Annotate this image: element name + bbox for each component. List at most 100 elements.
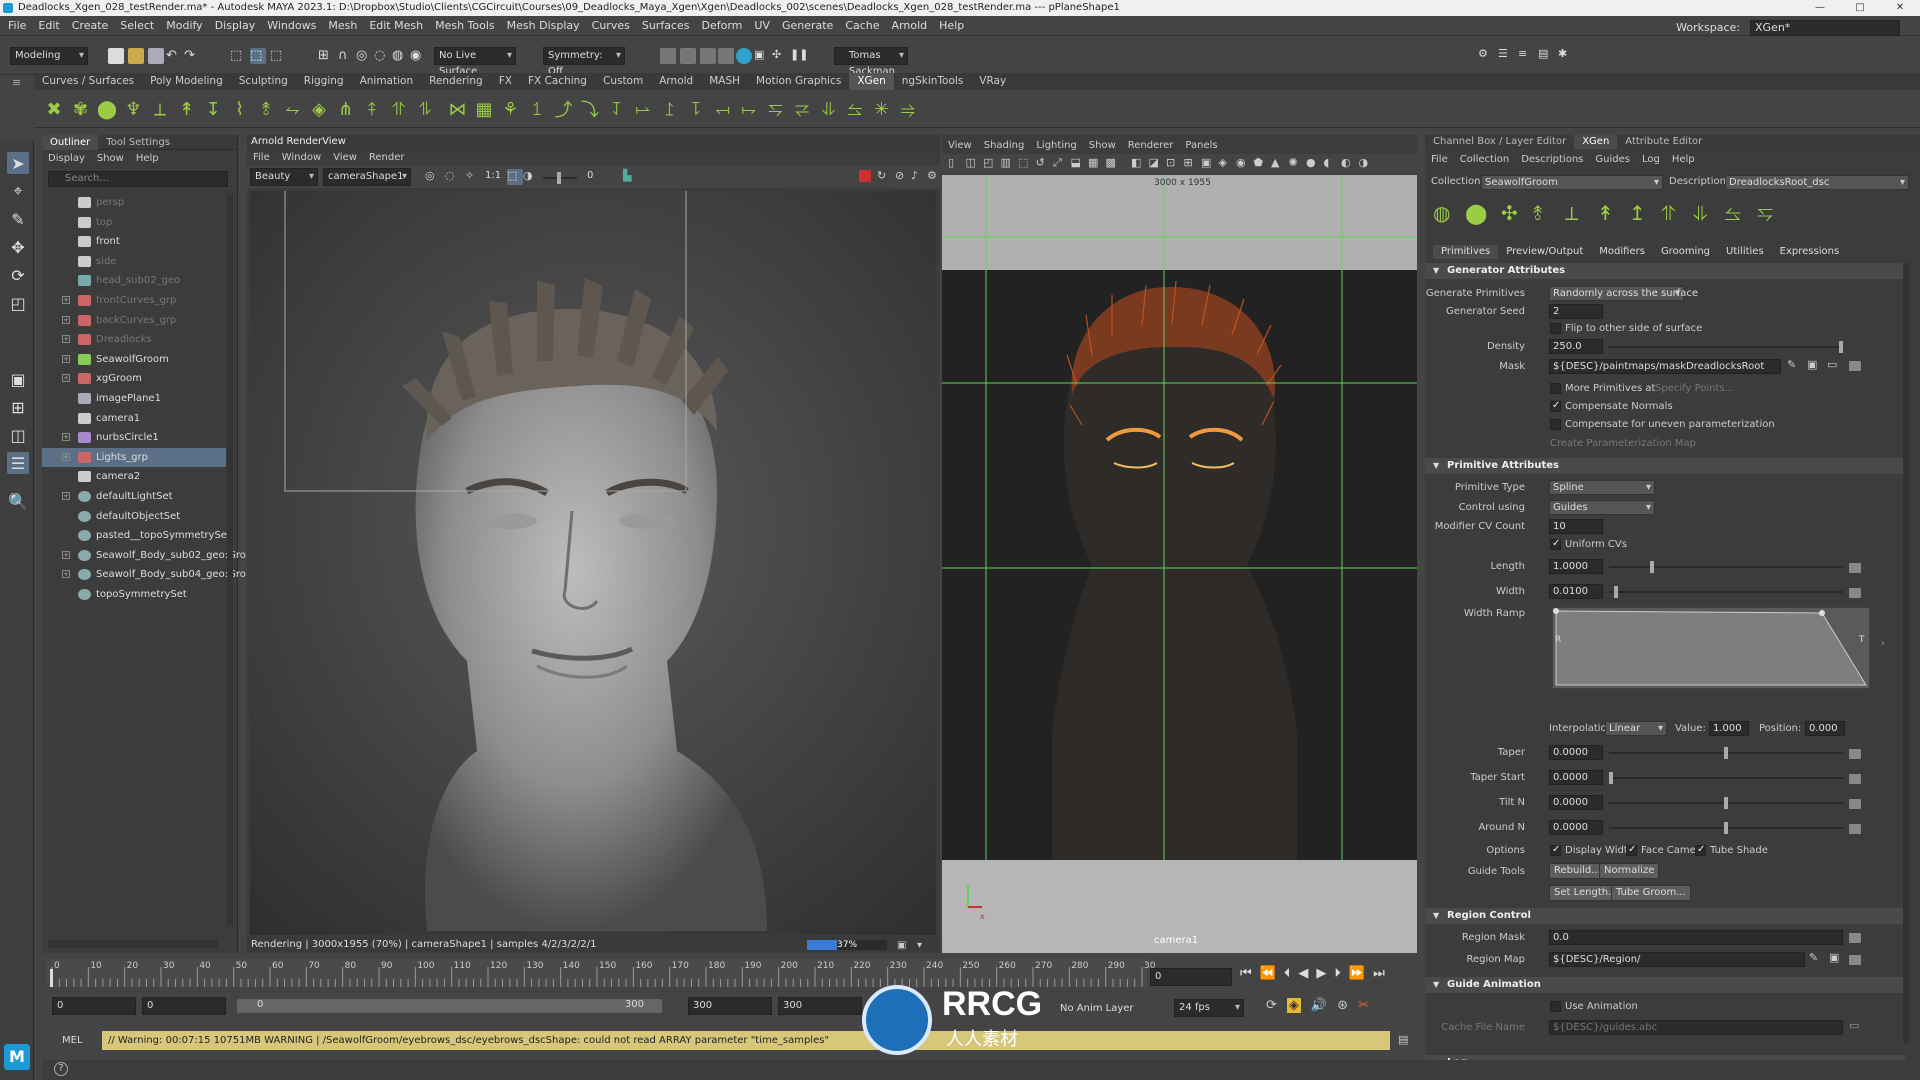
compensate-uneven-checkbox[interactable]	[1550, 419, 1561, 430]
step-back-frame-icon[interactable]: ⏴	[1284, 966, 1291, 981]
outliner-item[interactable]: camera2	[42, 467, 226, 486]
modifier-cv-field[interactable]: 10	[1549, 519, 1603, 534]
render-settings-icon[interactable]	[660, 48, 676, 64]
step-forward-key-icon[interactable]: ⏩	[1349, 966, 1365, 981]
viewport-tool-icon[interactable]: ◧	[1131, 156, 1147, 172]
region-map-icon[interactable]	[1849, 955, 1861, 965]
expand-toggle-icon[interactable]: +	[62, 433, 70, 442]
uniform-cvs-checkbox[interactable]	[1550, 538, 1561, 550]
outliner-item[interactable]: imagePlane1	[42, 389, 226, 408]
xgen-tool-icon[interactable]: ⥉	[1533, 201, 1542, 225]
outliner-item[interactable]: + Dreadlocks	[42, 330, 226, 349]
outliner-item[interactable]: topoSymmetrySet	[42, 585, 226, 604]
script-editor-icon[interactable]: ▤	[1398, 1033, 1414, 1049]
command-result-warning[interactable]: // Warning: 00:07:15 10751MB WARNING | /…	[102, 1031, 1390, 1050]
mask-paint-icon[interactable]: ✎	[1787, 358, 1803, 374]
audio-icon[interactable]: 🔊	[1311, 998, 1327, 1013]
viewport-tool-icon[interactable]: ↺	[1036, 156, 1052, 172]
create-param-map-button[interactable]: Create Parameterization Map	[1550, 438, 1696, 449]
open-scene-icon[interactable]	[128, 48, 144, 64]
shelf-tab-sculpting[interactable]: Sculpting	[231, 73, 296, 90]
snap-curve-icon[interactable]: ∩	[338, 48, 354, 64]
xgen-shelf-tool-icon[interactable]: ⥦	[843, 96, 867, 122]
xgen-shelf-tool-icon[interactable]: ⥟	[737, 96, 761, 122]
primitive-attributes-header[interactable]: Primitive Attributes	[1425, 458, 1905, 474]
viewport-tool-icon[interactable]: ◈	[1219, 156, 1235, 172]
outliner-item[interactable]: + Seawolf_Body_sub04_geo:Gro	[42, 565, 246, 584]
play-backward-icon[interactable]: ◀	[1298, 966, 1308, 981]
xgen-shelf-tool-icon[interactable]: ⬤	[95, 96, 119, 122]
vp-menu-shading[interactable]: Shading	[978, 139, 1031, 153]
xgen-subtab-modifiers[interactable]: Modifiers	[1591, 245, 1653, 259]
xgen-shelf-tool-icon[interactable]: ⌇	[228, 96, 252, 122]
xgen-subtab-preview-output[interactable]: Preview/Output	[1498, 245, 1591, 259]
xgen-tool-icon[interactable]: ↥	[1629, 201, 1646, 225]
xgen-subtab-grooming[interactable]: Grooming	[1653, 245, 1718, 259]
outliner-item[interactable]: + xgGroom	[42, 369, 226, 388]
outliner-menu-help[interactable]: Help	[130, 151, 165, 166]
close-button[interactable]: ✕	[1880, 0, 1920, 16]
xgen-menu-guides[interactable]: Guides	[1589, 153, 1636, 167]
xgen-menu-collection[interactable]: Collection	[1454, 153, 1515, 167]
shelf-menu-icon[interactable]: ≡	[12, 76, 21, 89]
length-field[interactable]: 1.0000	[1549, 559, 1603, 574]
rv-menu-render[interactable]: Render	[363, 150, 411, 165]
xgen-shelf-tool-icon[interactable]: ✖	[42, 96, 66, 122]
scene-start-field[interactable]: 0	[52, 997, 136, 1015]
menu-mesh[interactable]: Mesh	[322, 16, 363, 36]
outliner-item[interactable]: front	[42, 232, 226, 251]
layout-icon[interactable]: ▤	[1538, 47, 1554, 63]
scale-tool-icon[interactable]: ◰	[7, 292, 29, 314]
shelf-tab-arnold[interactable]: Arnold	[651, 73, 701, 90]
xgen-shelf-tool-icon[interactable]: ⥛	[631, 96, 655, 122]
menu-edit-mesh[interactable]: Edit Mesh	[363, 16, 429, 36]
scene-end-field[interactable]: 300	[778, 997, 862, 1015]
viewport-tool-icon[interactable]: ▥	[1001, 156, 1017, 172]
rv-options-icon[interactable]: ▾	[917, 938, 933, 954]
use-animation-checkbox[interactable]	[1550, 1001, 1561, 1012]
maximize-button[interactable]: □	[1840, 0, 1880, 16]
expand-toggle-icon[interactable]: +	[62, 315, 70, 324]
around-n-slider[interactable]	[1609, 822, 1843, 834]
single-view-icon[interactable]: ▣	[7, 368, 29, 390]
menu-set-dropdown[interactable]: Modeling	[10, 47, 88, 65]
tube-shade-checkbox[interactable]	[1695, 844, 1706, 856]
vp-menu-show[interactable]: Show	[1083, 139, 1122, 153]
pause-icon[interactable]: ❚❚	[790, 48, 808, 64]
loop-icon[interactable]: ⟳	[1266, 998, 1277, 1013]
xgen-tool-icon[interactable]: ⬤	[1465, 201, 1487, 225]
xgen-shelf-tool-icon[interactable]: ⥤	[896, 96, 920, 122]
hypershade-icon[interactable]	[736, 48, 752, 64]
xgen-shelf-tool-icon[interactable]: ⥮	[413, 96, 437, 122]
display-width-checkbox[interactable]	[1550, 844, 1561, 856]
taper-start-map-icon[interactable]	[1849, 774, 1861, 784]
render-view-icon[interactable]	[718, 48, 734, 64]
viewport-tool-icon[interactable]: ▦	[1088, 156, 1104, 172]
step-forward-frame-icon[interactable]: ⏵	[1334, 966, 1341, 981]
xgen-subtab-utilities[interactable]: Utilities	[1718, 245, 1772, 259]
mask-folder-icon[interactable]: ▭	[1827, 358, 1843, 374]
menu-create[interactable]: Create	[66, 16, 115, 36]
menu-file[interactable]: File	[2, 16, 32, 36]
snap-surface-icon[interactable]: ◍	[392, 48, 408, 64]
xgen-tool-icon[interactable]: ◍	[1433, 201, 1450, 225]
shelf-tab-ngskintools[interactable]: ngSkinTools	[894, 73, 972, 90]
tab-outliner[interactable]: Outliner	[42, 134, 99, 150]
length-slider[interactable]	[1609, 561, 1843, 573]
xgen-shelf-tool-icon[interactable]: ⥠	[525, 96, 549, 122]
viewport-tool-icon[interactable]: ▣	[1201, 156, 1217, 172]
menu-mesh-display[interactable]: Mesh Display	[501, 16, 586, 36]
tab-attribute-editor[interactable]: Attribute Editor	[1617, 135, 1710, 149]
expand-toggle-icon[interactable]: +	[62, 550, 70, 559]
generator-seed-field[interactable]: 2	[1549, 304, 1603, 319]
region-save-icon[interactable]: ▣	[1829, 951, 1845, 967]
viewport-tool-icon[interactable]: ◪	[1149, 156, 1165, 172]
undo-icon[interactable]: ↶	[166, 48, 182, 64]
xgen-shelf-tool-icon[interactable]: ⥞	[711, 96, 735, 122]
xgen-shelf-tool-icon[interactable]: ⟂	[148, 96, 172, 122]
outliner-search-input[interactable]: Search...	[48, 171, 228, 187]
xgen-shelf-tool-icon[interactable]: ⥥	[817, 96, 841, 122]
ipr-refresh-icon[interactable]: ↻	[877, 169, 893, 185]
more-primitives-checkbox[interactable]	[1550, 383, 1561, 394]
viewport-tool-icon[interactable]: ✺	[1289, 156, 1305, 172]
